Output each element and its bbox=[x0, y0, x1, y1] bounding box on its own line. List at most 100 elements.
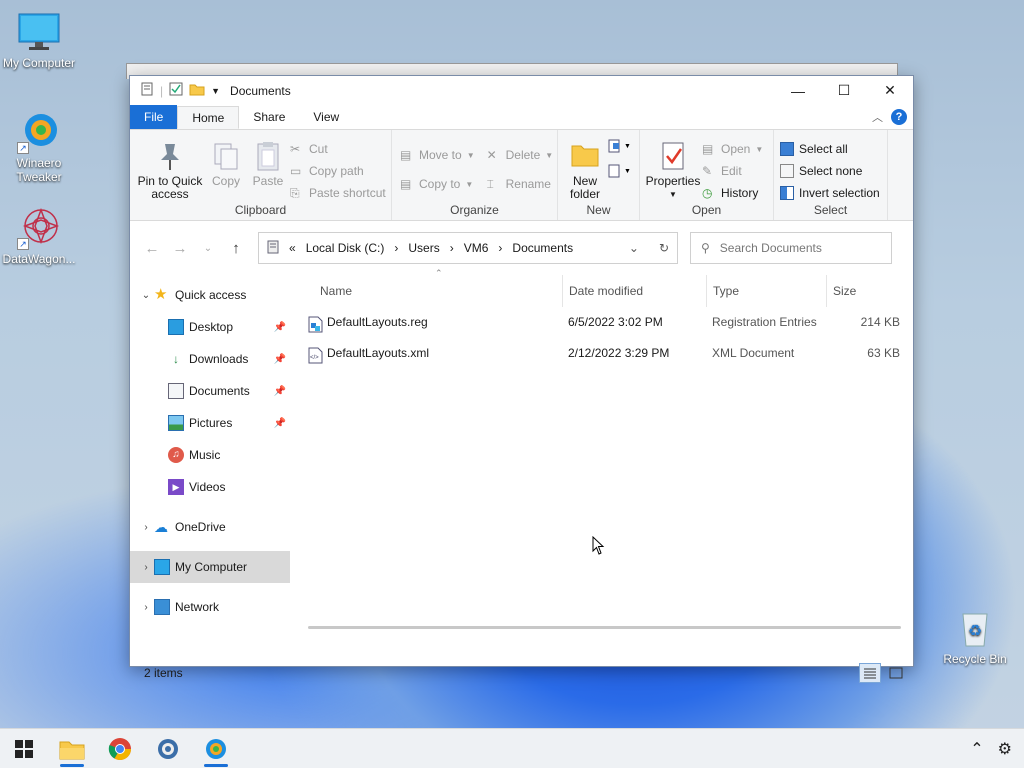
move-to-button[interactable]: ▤ Move to ▼ bbox=[400, 146, 475, 164]
desktop-icon-winaero[interactable]: ↗ Winaero Tweaker bbox=[0, 110, 78, 184]
nav-network[interactable]: › Network bbox=[130, 591, 290, 623]
details-view-icon[interactable] bbox=[859, 663, 881, 683]
maximize-button[interactable]: ☐ bbox=[821, 76, 867, 105]
music-icon: ♫ bbox=[168, 447, 184, 463]
check-small-icon[interactable] bbox=[169, 82, 183, 99]
gear-icon[interactable]: ⚙ bbox=[998, 739, 1012, 759]
column-type[interactable]: Type bbox=[706, 275, 826, 307]
winaero-icon: ↗ bbox=[17, 110, 61, 154]
search-box[interactable]: ⚲ Search Documents bbox=[690, 232, 892, 264]
select-none-button[interactable]: Select none bbox=[780, 162, 880, 180]
desktop-icon-my-computer[interactable]: My Computer bbox=[0, 10, 78, 70]
address-row: ← → ⌄ ↑ « Local Disk (C:) › Users › VM6 … bbox=[130, 221, 913, 275]
pin-icon[interactable]: 📌 bbox=[274, 354, 286, 365]
refresh-icon[interactable]: ↻ bbox=[659, 241, 669, 255]
column-name[interactable]: Name bbox=[314, 275, 562, 307]
desktop-icon-datawagon[interactable]: ↗ DataWagon... bbox=[0, 206, 78, 266]
tab-share[interactable]: Share bbox=[239, 106, 299, 129]
column-size[interactable]: Size bbox=[826, 275, 904, 307]
nav-videos[interactable]: ▶ Videos bbox=[130, 471, 290, 503]
edit-button[interactable]: ✎ Edit bbox=[702, 162, 763, 180]
close-button[interactable]: ✕ bbox=[867, 76, 913, 105]
paste-shortcut-button[interactable]: ⎘ Paste shortcut bbox=[290, 184, 386, 202]
delete-button[interactable]: ✕ Delete ▼ bbox=[487, 146, 554, 164]
breadcrumb-overflow[interactable]: « bbox=[289, 241, 296, 255]
select-all-icon bbox=[780, 142, 794, 156]
navigation-pane: ⌄ ★ Quick access Desktop 📌 ↓ Downloads 📌… bbox=[130, 275, 290, 658]
recycle-bin-icon: ♻ bbox=[953, 606, 997, 650]
taskbar-settings[interactable] bbox=[144, 729, 192, 768]
breadcrumb-users[interactable]: Users bbox=[408, 241, 439, 255]
file-list: ⌃ Name Date modified Type Size DefaultLa… bbox=[290, 268, 913, 658]
tab-home[interactable]: Home bbox=[177, 106, 240, 129]
copy-to-button[interactable]: ▤ Copy to ▼ bbox=[400, 175, 475, 193]
windows-logo-icon bbox=[15, 739, 33, 758]
new-item-icon[interactable]: ▼ bbox=[608, 138, 632, 157]
group-label: Select bbox=[813, 203, 848, 217]
desktop-icon-label: My Computer bbox=[2, 56, 76, 70]
chevron-down-icon[interactable]: ▼ bbox=[211, 86, 220, 96]
svg-text:▼: ▼ bbox=[624, 168, 631, 175]
group-label: Clipboard bbox=[234, 203, 287, 217]
table-row[interactable]: DefaultLayouts.reg 6/5/2022 3:02 PM Regi… bbox=[290, 307, 913, 338]
breadcrumb-local-disk[interactable]: Local Disk (C:) bbox=[306, 241, 385, 255]
taskbar-chrome[interactable] bbox=[96, 729, 144, 768]
taskbar: ⌃ ⚙ bbox=[0, 728, 1024, 768]
large-icons-view-icon[interactable] bbox=[885, 663, 907, 683]
up-button[interactable]: ↑ bbox=[222, 240, 250, 257]
breadcrumb-documents[interactable]: Documents bbox=[512, 241, 573, 255]
nav-pictures[interactable]: Pictures 📌 bbox=[130, 407, 290, 439]
select-all-button[interactable]: Select all bbox=[780, 140, 880, 158]
tab-view[interactable]: View bbox=[299, 106, 353, 129]
address-dropdown-icon[interactable]: ⌄ bbox=[629, 241, 639, 255]
breadcrumb-vm6[interactable]: VM6 bbox=[464, 241, 489, 255]
easy-access-icon[interactable]: ▼ bbox=[608, 163, 632, 182]
cut-button[interactable]: ✂ Cut bbox=[290, 140, 386, 158]
chevron-right-icon[interactable]: › bbox=[138, 562, 154, 573]
nav-downloads[interactable]: ↓ Downloads 📌 bbox=[130, 343, 290, 375]
minimize-button[interactable]: — bbox=[775, 76, 821, 105]
column-date-modified[interactable]: Date modified bbox=[562, 275, 706, 307]
chevron-up-icon[interactable]: ⌃ bbox=[970, 739, 983, 759]
forward-button[interactable]: → bbox=[166, 240, 194, 257]
svg-text:▼: ▼ bbox=[624, 143, 631, 150]
datawagon-icon: ↗ bbox=[17, 206, 61, 250]
history-button[interactable]: ◷ History bbox=[702, 184, 763, 202]
nav-music[interactable]: ♫ Music bbox=[130, 439, 290, 471]
folder-small-icon[interactable] bbox=[189, 82, 205, 99]
pin-icon[interactable]: 📌 bbox=[274, 386, 286, 397]
table-row[interactable]: </> DefaultLayouts.xml 2/12/2022 3:29 PM… bbox=[290, 338, 913, 369]
taskbar-file-explorer[interactable] bbox=[48, 729, 96, 768]
pin-icon[interactable]: 📌 bbox=[274, 418, 286, 429]
help-icon[interactable]: ? bbox=[891, 109, 907, 125]
edit-icon: ✎ bbox=[702, 164, 713, 178]
desktop-icon-recycle-bin[interactable]: ♻ Recycle Bin bbox=[936, 606, 1014, 666]
start-button[interactable] bbox=[0, 729, 48, 768]
window-title: Documents bbox=[230, 83, 291, 98]
tab-file[interactable]: File bbox=[130, 105, 178, 129]
nav-quick-access[interactable]: ⌄ ★ Quick access bbox=[130, 279, 290, 311]
back-button[interactable]: ← bbox=[138, 240, 166, 257]
collapse-ribbon-icon[interactable]: ︿ bbox=[872, 109, 883, 125]
pin-icon[interactable]: 📌 bbox=[274, 322, 286, 333]
chrome-icon bbox=[108, 737, 131, 760]
chevron-right-icon[interactable]: › bbox=[138, 602, 154, 613]
rename-button[interactable]: ⌶ Rename bbox=[487, 175, 554, 193]
horizontal-scrollbar[interactable] bbox=[308, 626, 901, 629]
svg-text:</>: </> bbox=[310, 355, 319, 361]
desktop-icon-label: DataWagon... bbox=[2, 252, 76, 266]
properties-small-icon[interactable] bbox=[140, 82, 154, 99]
nav-my-computer[interactable]: › My Computer bbox=[130, 551, 290, 583]
nav-documents[interactable]: Documents 📌 bbox=[130, 375, 290, 407]
copy-icon bbox=[211, 140, 241, 172]
open-button[interactable]: ▤ Open ▼ bbox=[702, 140, 763, 158]
taskbar-winaero-tweaker[interactable] bbox=[192, 729, 240, 768]
chevron-down-icon[interactable]: ⌄ bbox=[138, 290, 154, 301]
chevron-right-icon[interactable]: › bbox=[138, 522, 154, 533]
nav-desktop[interactable]: Desktop 📌 bbox=[130, 311, 290, 343]
copy-path-button[interactable]: ▭ Copy path bbox=[290, 162, 386, 180]
invert-selection-button[interactable]: Invert selection bbox=[780, 184, 880, 202]
address-bar[interactable]: « Local Disk (C:) › Users › VM6 › Docume… bbox=[258, 232, 678, 264]
nav-onedrive[interactable]: › ☁ OneDrive bbox=[130, 511, 290, 543]
recent-locations-button[interactable]: ⌄ bbox=[194, 243, 222, 254]
